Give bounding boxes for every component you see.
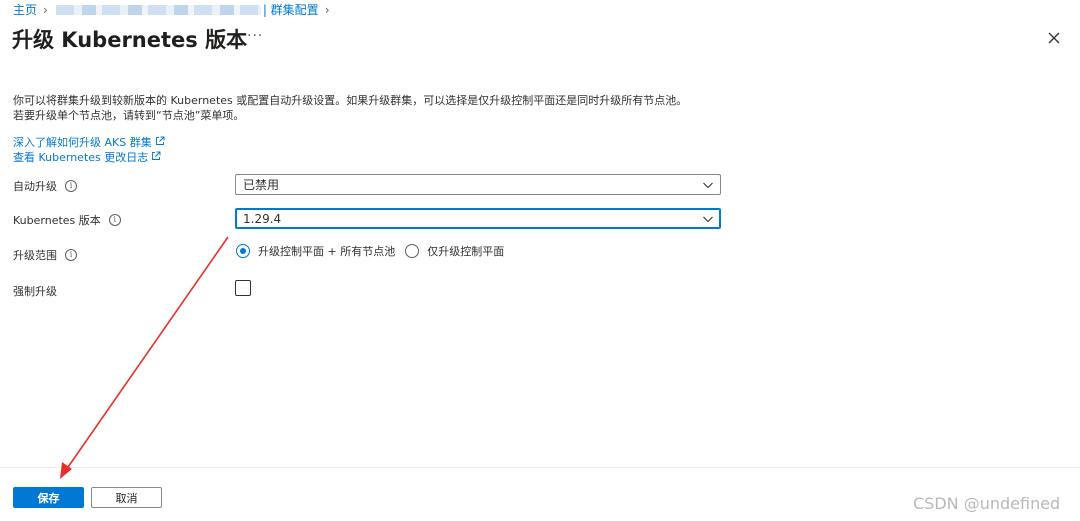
auto-upgrade-label-text: 自动升级 bbox=[13, 180, 57, 193]
upgrade-scope-label-text: 升级范围 bbox=[13, 249, 57, 262]
force-upgrade-label-text: 强制升级 bbox=[13, 285, 57, 298]
external-link-icon bbox=[155, 136, 165, 149]
k8s-version-label: Kubernetes 版本 i bbox=[13, 212, 121, 228]
upgrade-scope-label: 升级范围 i bbox=[13, 247, 77, 263]
k8s-version-label-text: Kubernetes 版本 bbox=[13, 214, 101, 227]
description: 你可以将群集升级到较新版本的 Kubernetes 或配置自动升级设置。如果升级… bbox=[13, 93, 687, 123]
scope-option-all-label[interactable]: 升级控制平面 + 所有节点池 bbox=[258, 243, 395, 259]
close-icon[interactable] bbox=[1046, 30, 1062, 46]
breadcrumb-separator-icon: › bbox=[324, 2, 330, 17]
auto-upgrade-dropdown[interactable]: 已禁用 bbox=[235, 174, 721, 195]
chevron-down-icon bbox=[702, 179, 714, 194]
upgrade-scope-radio-group: 升级控制平面 + 所有节点池 仅升级控制平面 bbox=[236, 243, 504, 259]
learn-more-link-row: 深入了解如何升级 AKS 群集 bbox=[13, 134, 165, 150]
watermark: CSDN @undefined bbox=[913, 494, 1061, 513]
chevron-down-icon bbox=[702, 213, 714, 228]
breadcrumb-home-link[interactable]: 主页 bbox=[13, 1, 37, 18]
description-line-1: 你可以将群集升级到较新版本的 Kubernetes 或配置自动升级设置。如果升级… bbox=[13, 94, 688, 107]
force-upgrade-checkbox[interactable] bbox=[235, 280, 251, 296]
footer-divider bbox=[0, 467, 1080, 468]
info-icon[interactable]: i bbox=[65, 180, 77, 192]
auto-upgrade-value: 已禁用 bbox=[243, 178, 280, 192]
annotation-arrow-icon bbox=[60, 236, 229, 479]
breadcrumb-current-link[interactable]: | 群集配置 bbox=[263, 1, 319, 18]
scope-radio-all[interactable] bbox=[236, 244, 250, 258]
scope-option-control-plane-label[interactable]: 仅升级控制平面 bbox=[427, 243, 504, 259]
more-actions-button[interactable]: ··· bbox=[247, 28, 263, 44]
breadcrumb: 主页 › | 群集配置 › bbox=[13, 1, 336, 18]
k8s-version-value: 1.29.4 bbox=[243, 211, 282, 226]
info-icon[interactable]: i bbox=[65, 249, 77, 261]
changelog-link[interactable]: 查看 Kubernetes 更改日志 bbox=[13, 149, 148, 165]
scope-radio-control-plane[interactable] bbox=[405, 244, 420, 258]
description-line-2: 若要升级单个节点池，请转到“节点池”菜单项。 bbox=[13, 109, 245, 122]
cancel-button[interactable]: 取消 bbox=[91, 487, 162, 508]
breadcrumb-redacted-cluster-name bbox=[55, 4, 261, 15]
breadcrumb-separator-icon: › bbox=[43, 2, 48, 17]
k8s-version-dropdown[interactable]: 1.29.4 bbox=[235, 208, 721, 229]
force-upgrade-label: 强制升级 bbox=[13, 283, 57, 299]
save-button[interactable]: 保存 bbox=[13, 487, 84, 508]
page-title: 升级 Kubernetes 版本 bbox=[12, 28, 248, 52]
learn-more-link[interactable]: 深入了解如何升级 AKS 群集 bbox=[13, 134, 152, 150]
external-link-icon bbox=[151, 151, 161, 164]
changelog-link-row: 查看 Kubernetes 更改日志 bbox=[13, 149, 161, 165]
info-icon[interactable]: i bbox=[108, 214, 121, 226]
auto-upgrade-label: 自动升级 i bbox=[13, 178, 77, 194]
